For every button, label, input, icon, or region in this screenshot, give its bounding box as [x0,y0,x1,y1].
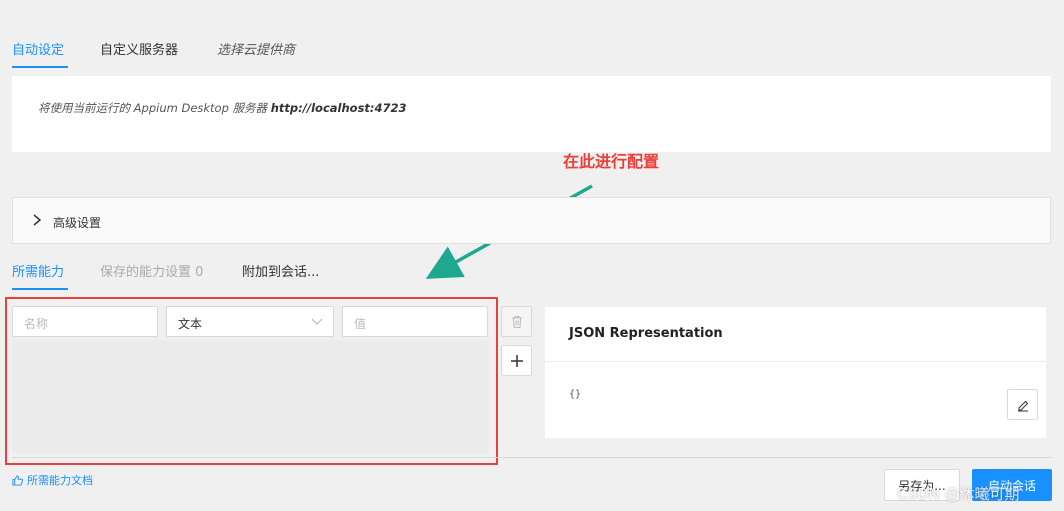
tab-custom-server[interactable]: 自定义服务器 [100,39,178,58]
tab-attach-session[interactable]: 附加到会话... [242,261,319,280]
advanced-settings-label: 高级设置 [53,216,102,230]
json-panel-divider [545,361,1046,362]
edit-json-button[interactable] [1007,389,1038,420]
tab-saved-capability-sets[interactable]: 保存的能力设置 0 [100,261,203,280]
server-info-text: 将使用当前运行的 Appium Desktop 服务器 http://local… [38,100,407,116]
pencil-icon [1017,400,1028,411]
footer-divider [12,457,1051,458]
json-representation-card: JSON Representation {} [545,307,1046,438]
tab-active-indicator [12,66,68,68]
server-info-prefix: 将使用当前运行的 Appium Desktop 服务器 [38,101,271,115]
server-info-box: 将使用当前运行的 Appium Desktop 服务器 http://local… [12,76,1051,152]
plus-icon [510,354,523,367]
json-panel-title: JSON Representation [569,326,723,341]
tab-automatic[interactable]: 自动设定 [12,39,64,58]
capabilities-doc-label: 所需能力文档 [27,474,93,487]
json-content: {} [569,389,582,400]
server-url: http://localhost:4723 [270,101,407,115]
tab-desired-capabilities[interactable]: 所需能力 [12,261,64,280]
thumbs-up-icon [12,474,23,486]
tab-cloud-provider[interactable]: 选择云提供商 [217,39,295,58]
capabilities-doc-link[interactable]: 所需能力文档 [12,472,93,488]
chevron-right-icon [33,214,42,226]
advanced-settings-panel[interactable]: 高级设置 [12,197,1051,244]
csdn-watermark: CSDN @沐曦可期 [897,485,1020,503]
add-capability-button[interactable] [501,345,532,376]
annotation-highlight-box [5,297,498,465]
delete-capability-button[interactable] [501,306,532,337]
sub-tab-active-indicator [12,288,68,290]
trash-icon [511,315,522,328]
annotation-label: 在此进行配置 [563,152,660,171]
top-tab-bar: 自动设定 自定义服务器 选择云提供商 [0,0,1064,70]
